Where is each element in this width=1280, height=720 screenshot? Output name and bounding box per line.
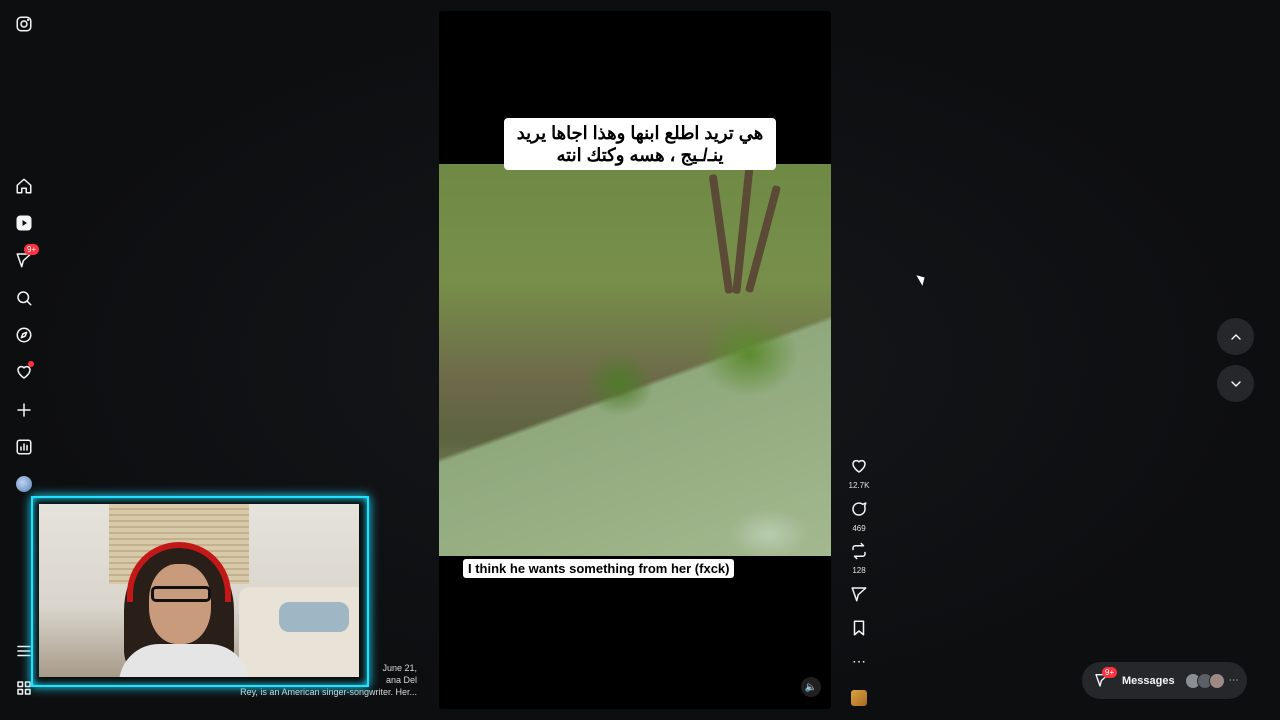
audio-thumbnail — [851, 690, 867, 706]
bookmark-icon — [853, 620, 865, 636]
audio-button[interactable] — [845, 690, 873, 706]
reel-video-frame — [439, 163, 831, 556]
heart-icon[interactable] — [14, 361, 34, 382]
activity-dot — [28, 361, 34, 367]
more-icon: ⋯ — [1228, 675, 1239, 686]
heart-icon — [852, 459, 866, 473]
reel-video[interactable]: هي تريد اطلع ابنها وهذا اجاها يريد ينـ/ـ… — [439, 11, 831, 709]
messages-button[interactable]: 9+ Messages ⋯ — [1082, 662, 1247, 699]
save-button[interactable] — [845, 619, 873, 642]
comment-icon — [852, 502, 867, 516]
webcam-overlay — [31, 496, 369, 687]
like-button[interactable]: 12.7K — [845, 457, 873, 490]
reels-icon[interactable] — [14, 213, 34, 233]
chevron-up-icon — [1230, 333, 1241, 340]
send-icon — [851, 587, 867, 602]
repost-count: 128 — [852, 566, 866, 575]
webcam-feed — [39, 504, 359, 677]
instagram-icon[interactable] — [14, 14, 34, 34]
messages-badge: 9+ — [1102, 666, 1118, 678]
subtitle-english: I think he wants something from her (fxc… — [463, 559, 735, 578]
more-icon[interactable]: ⋯ — [845, 652, 873, 670]
speaker-icon[interactable]: 🔈 — [801, 677, 821, 697]
share-button[interactable] — [845, 585, 873, 608]
repost-icon — [852, 542, 866, 560]
explore-icon[interactable] — [14, 325, 34, 345]
plus-icon[interactable] — [14, 400, 34, 420]
comment-count: 469 — [852, 524, 866, 533]
subtitle-arabic: هي تريد اطلع ابنها وهذا اجاها يريد ينـ/ـ… — [504, 118, 776, 170]
notifications-badge: 9+ — [24, 244, 40, 255]
caption-line-3: Rey, is an American singer-songwriter. H… — [240, 687, 417, 697]
send-icon[interactable]: 9+ — [14, 244, 40, 270]
comment-button[interactable]: 469 — [845, 500, 873, 533]
avatar — [1208, 672, 1225, 689]
profile-avatar[interactable] — [14, 474, 34, 494]
send-icon: 9+ — [1094, 666, 1118, 690]
dashboard-icon[interactable] — [14, 437, 34, 457]
messages-avatars — [1184, 672, 1225, 689]
next-reel-button[interactable] — [1217, 365, 1254, 402]
like-count: 12.7K — [848, 481, 870, 490]
previous-reel-button[interactable] — [1217, 318, 1254, 355]
chevron-down-icon — [1230, 380, 1241, 387]
repost-button[interactable]: 128 — [845, 542, 873, 575]
home-icon[interactable] — [14, 176, 34, 196]
search-icon[interactable] — [14, 288, 34, 308]
messages-label: Messages — [1122, 674, 1175, 687]
